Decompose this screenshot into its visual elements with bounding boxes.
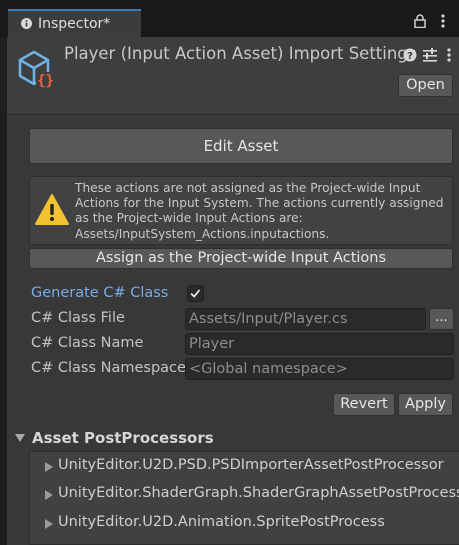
- checkmark-icon: [190, 289, 201, 298]
- open-button[interactable]: Open: [398, 74, 453, 97]
- foldout-collapsed-icon[interactable]: [45, 490, 53, 500]
- postprocessors-foldout-title[interactable]: Asset PostProcessors: [32, 429, 214, 447]
- tab-menu-icon[interactable]: [436, 13, 450, 29]
- postprocessor-label: UnityEditor.ShaderGraph.ShaderGraphAsset…: [58, 485, 459, 501]
- assign-project-wide-button[interactable]: Assign as the Project-wide Input Actions: [29, 248, 453, 269]
- class-namespace-label: C# Class Namespace: [31, 360, 186, 376]
- help-icon[interactable]: ?: [403, 48, 417, 62]
- apply-button[interactable]: Apply: [398, 393, 453, 416]
- class-file-field[interactable]: Assets/Input/Player.cs: [185, 308, 426, 330]
- foldout-collapsed-icon[interactable]: [45, 462, 53, 472]
- class-name-field[interactable]: Player: [185, 333, 454, 355]
- class-file-label: C# Class File: [31, 310, 125, 326]
- lock-icon[interactable]: [414, 14, 426, 28]
- class-namespace-field[interactable]: <Global namespace>: [185, 358, 454, 380]
- warning-icon: [35, 194, 69, 225]
- foldout-expanded-icon[interactable]: [15, 433, 25, 443]
- revert-button[interactable]: Revert: [333, 393, 395, 416]
- browse-button[interactable]: ...: [429, 308, 454, 330]
- class-name-label: C# Class Name: [31, 335, 144, 351]
- foldout-collapsed-icon[interactable]: [45, 519, 53, 529]
- svg-text:?: ?: [407, 51, 413, 62]
- edit-asset-button[interactable]: Edit Asset: [29, 128, 453, 164]
- warning-message: These actions are not assigned as the Pr…: [75, 181, 444, 241]
- tab-title: Inspector*: [38, 16, 111, 32]
- svg-text:{}: {}: [37, 73, 54, 89]
- header-menu-icon[interactable]: [444, 47, 454, 63]
- postprocessor-label: UnityEditor.U2D.PSD.PSDImporterAssetPost…: [58, 457, 444, 473]
- generate-class-checkbox[interactable]: [187, 285, 204, 302]
- postprocessor-label: UnityEditor.U2D.Animation.SpritePostProc…: [58, 514, 385, 530]
- tab-inspector[interactable]: Inspector*: [8, 9, 141, 37]
- header-title: Player (Input Action Asset) Import Setti…: [64, 44, 417, 63]
- presets-icon[interactable]: [422, 47, 438, 63]
- input-action-asset-icon: {}: [18, 50, 55, 89]
- generate-class-label: Generate C# Class: [31, 285, 169, 301]
- info-icon: [21, 18, 32, 29]
